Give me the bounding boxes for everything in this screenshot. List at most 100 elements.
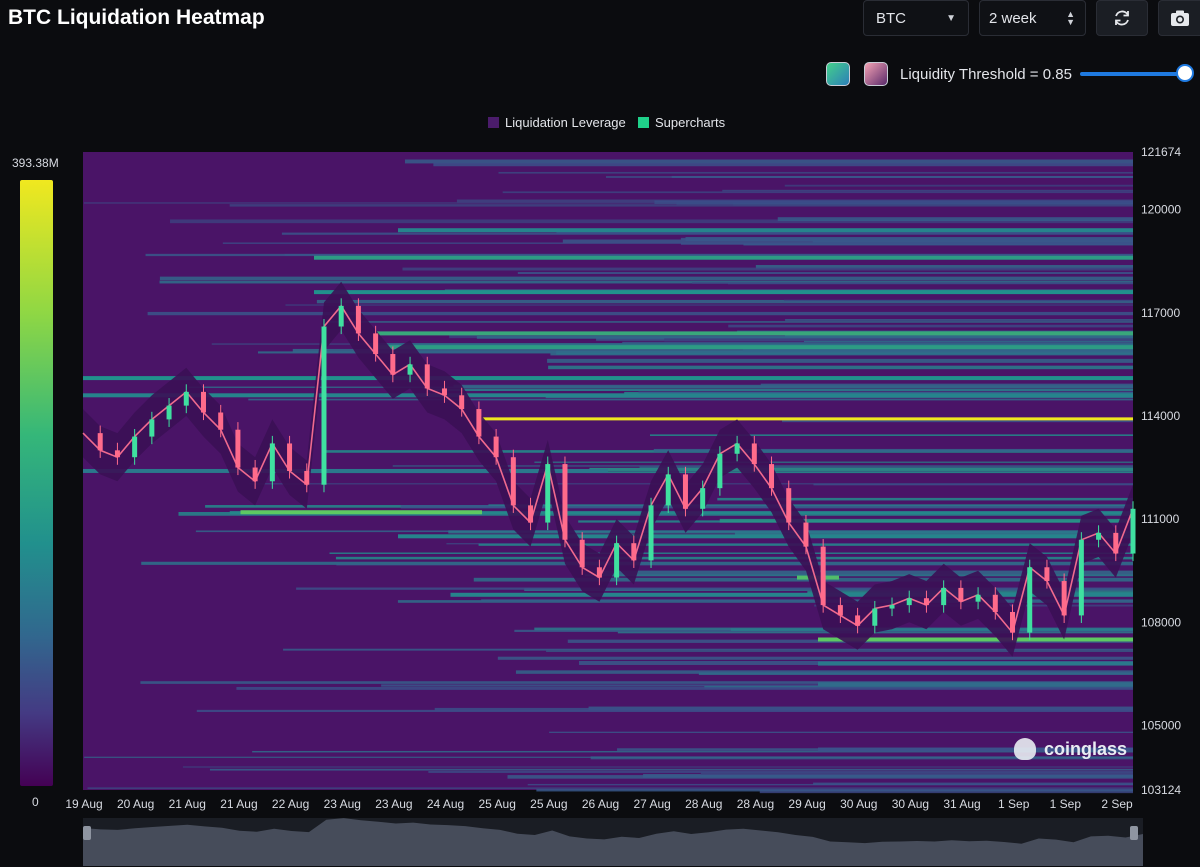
heat-texture-band	[783, 299, 1133, 301]
y-tick-label: 114000	[1141, 409, 1180, 423]
heat-band	[377, 345, 1133, 350]
heat-texture-band	[229, 204, 1133, 207]
heat-texture-band	[556, 231, 1133, 235]
heat-band	[818, 682, 1133, 687]
candle-body	[1096, 532, 1102, 540]
x-tick-label: 24 Aug	[427, 797, 464, 811]
heat-texture-band	[605, 176, 1133, 178]
candle-body	[1044, 567, 1050, 582]
coinglass-logo-icon	[1014, 738, 1036, 760]
candle-body	[769, 464, 775, 489]
candle-body	[132, 436, 138, 458]
heat-texture-band	[498, 171, 1134, 174]
heat-texture-band	[813, 782, 1133, 785]
candle-body	[1027, 567, 1033, 633]
candle-body	[837, 605, 843, 616]
y-tick-label: 120000	[1141, 203, 1181, 217]
candle-body	[528, 505, 534, 523]
heat-texture-band	[159, 276, 1134, 281]
candle-body	[889, 605, 895, 609]
y-tick-label: 108000	[1141, 615, 1181, 629]
heat-texture-band	[329, 552, 1133, 554]
heat-band	[314, 290, 1133, 295]
candle-body	[424, 364, 430, 389]
candle-body	[355, 305, 361, 334]
candle-body	[218, 412, 224, 430]
x-tick-label: 25 Aug	[530, 797, 567, 811]
candle-body	[803, 522, 809, 547]
x-tick-label: 29 Aug	[788, 797, 825, 811]
candle-body	[321, 326, 327, 485]
y-tick-label: 121674	[1141, 145, 1181, 159]
candle-body	[97, 433, 103, 451]
heat-band	[482, 417, 1133, 421]
heat-texture-band	[335, 556, 1133, 560]
candle-body	[252, 467, 258, 482]
heat-texture-band	[517, 272, 1133, 275]
x-tick-label: 25 Aug	[479, 797, 516, 811]
candle-body	[114, 450, 120, 458]
heat-band	[83, 468, 608, 473]
candle-body	[958, 587, 964, 602]
heat-texture-band	[664, 338, 1133, 342]
candle-body	[476, 409, 482, 437]
y-tick-label: 117000	[1141, 306, 1180, 320]
candle-body	[149, 419, 155, 437]
candle-body	[304, 470, 310, 485]
heat-texture-band	[562, 239, 1133, 243]
heat-texture-band	[329, 321, 1133, 323]
watermark-text: coinglass	[1044, 738, 1128, 759]
candle-body	[390, 354, 396, 375]
y-tick-label: 103124	[1141, 783, 1181, 797]
heat-texture-band	[285, 304, 1133, 306]
heat-texture-band	[434, 707, 1134, 711]
candle-body	[166, 405, 172, 420]
heat-texture-band	[433, 162, 1133, 167]
candle-body	[941, 587, 947, 606]
heat-texture-band	[296, 587, 1133, 590]
y-tick-label: 105000	[1141, 718, 1181, 732]
heat-texture-band	[534, 461, 1133, 463]
heatmap-chart[interactable]: 121674 120000 117000 114000 111000 108000 1050…	[0, 0, 1200, 867]
heat-band	[377, 331, 1133, 336]
candle-body	[751, 443, 757, 465]
heat-band	[83, 376, 1133, 381]
heat-texture-band	[336, 564, 1133, 566]
x-tick-label: 30 Aug	[840, 797, 877, 811]
x-tick-label: 26 Aug	[582, 797, 619, 811]
heat-texture-band	[743, 243, 1133, 246]
heat-texture-band	[236, 686, 1133, 690]
heat-texture-band	[549, 731, 1133, 733]
candle-body	[269, 443, 275, 482]
navigator-handle-left	[83, 826, 91, 840]
candle-body	[545, 464, 551, 523]
x-tick-label: 21 Aug	[169, 797, 206, 811]
heat-band	[314, 255, 1133, 260]
heat-texture-band	[547, 358, 1133, 363]
x-tick-label: 23 Aug	[375, 797, 412, 811]
candle-body	[992, 594, 998, 612]
candle-body	[459, 395, 465, 410]
candle-body	[717, 453, 723, 489]
candle-body	[1078, 539, 1084, 616]
x-tick-label: 22 Aug	[272, 797, 309, 811]
candle-body	[562, 464, 568, 540]
candle-body	[855, 615, 861, 626]
heat-texture-band	[147, 311, 1133, 316]
x-tick-label: 20 Aug	[117, 797, 154, 811]
heat-texture-band	[698, 672, 1133, 675]
heat-texture-band	[546, 650, 1133, 652]
heat-texture-band	[784, 184, 1133, 187]
candle-body	[631, 543, 637, 561]
heat-texture-band	[426, 388, 1134, 392]
heat-texture-band	[84, 756, 1133, 758]
x-tick-label: 30 Aug	[892, 797, 929, 811]
candle-body	[510, 457, 516, 506]
candle-body	[200, 391, 206, 413]
watermark: coinglass	[1014, 738, 1127, 760]
y-tick-label: 111000	[1141, 512, 1180, 526]
candle-body	[407, 364, 413, 375]
heat-texture-band	[502, 191, 1133, 194]
heat-band	[818, 661, 1133, 666]
heat-texture-band	[402, 267, 1134, 271]
